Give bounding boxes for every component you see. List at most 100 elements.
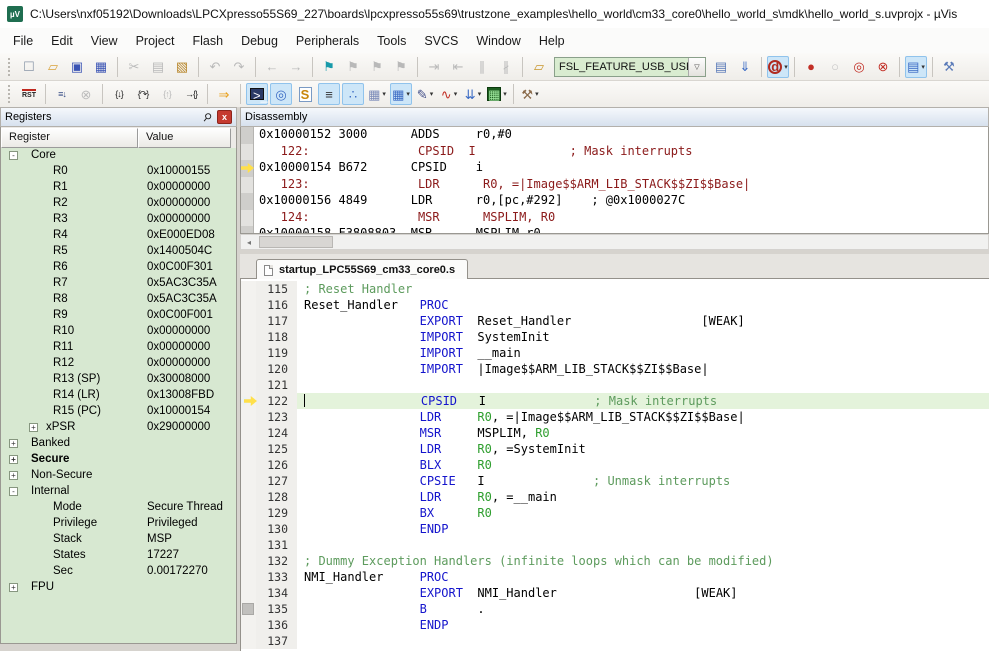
code-text[interactable]: ; Dummy Exception Handlers (infinite loo… bbox=[297, 553, 989, 569]
navigate-back-button[interactable]: ← bbox=[261, 56, 283, 78]
editor-line-133[interactable]: 133NMI_Handler PROC bbox=[241, 569, 989, 585]
chevron-down-icon[interactable]: ▾ bbox=[406, 90, 410, 98]
editor-margin[interactable] bbox=[241, 633, 256, 649]
register-row-fpu[interactable]: +FPU bbox=[1, 580, 236, 596]
editor-margin[interactable] bbox=[241, 377, 256, 393]
close-icon[interactable]: x bbox=[217, 110, 232, 124]
register-value[interactable]: Privileged bbox=[147, 517, 198, 529]
editor-margin[interactable] bbox=[241, 281, 256, 297]
disassembly-margin[interactable] bbox=[241, 193, 254, 210]
register-row-r14-lr-[interactable]: R14 (LR)0x13008FBD bbox=[1, 388, 236, 404]
stop-button[interactable]: ⊗ bbox=[75, 83, 97, 105]
disassembly-line[interactable]: 0x10000158 F3808803 MSR MSPLIM,r0 bbox=[241, 226, 988, 234]
disassembly-margin[interactable] bbox=[241, 177, 254, 194]
editor-margin[interactable] bbox=[241, 313, 256, 329]
register-value[interactable]: 17227 bbox=[147, 549, 179, 561]
editor-line-119[interactable]: 119 IMPORT __main bbox=[241, 345, 989, 361]
editor-line-131[interactable]: 131 bbox=[241, 537, 989, 553]
expand-icon[interactable]: + bbox=[29, 423, 38, 432]
code-text[interactable]: MSR MSPLIM, R0 bbox=[297, 425, 989, 441]
chevron-down-icon[interactable]: ▽ bbox=[688, 58, 705, 76]
register-row-states[interactable]: States17227 bbox=[1, 548, 236, 564]
register-row-r6[interactable]: R60x0C00F301 bbox=[1, 260, 236, 276]
chevron-down-icon[interactable]: ▾ bbox=[535, 90, 539, 98]
indent-button[interactable]: ⇥ bbox=[423, 56, 445, 78]
editor-margin[interactable] bbox=[241, 361, 256, 377]
register-row-r9[interactable]: R90x0C00F001 bbox=[1, 308, 236, 324]
new-file-button[interactable]: ☐ bbox=[18, 56, 40, 78]
editor-margin[interactable] bbox=[241, 457, 256, 473]
system-viewer-button[interactable]: ▦▾ bbox=[486, 83, 508, 105]
editor-line-137[interactable]: 137 bbox=[241, 633, 989, 649]
editor-line-132[interactable]: 132; Dummy Exception Handlers (infinite … bbox=[241, 553, 989, 569]
register-row-r0[interactable]: R00x10000155 bbox=[1, 164, 236, 180]
step-over-button[interactable]: {↷} bbox=[132, 83, 154, 105]
code-text[interactable]: NMI_Handler PROC bbox=[297, 569, 989, 585]
editor-margin[interactable] bbox=[241, 521, 256, 537]
incremental-find-button[interactable]: ⇓ bbox=[734, 56, 756, 78]
disassembly-line[interactable]: 123: LDR R0, =|Image$$ARM_LIB_STACK$$ZI$… bbox=[241, 177, 988, 194]
start-stop-debug-button[interactable]: d▾ bbox=[767, 56, 789, 78]
expand-icon[interactable]: + bbox=[9, 583, 18, 592]
register-row-r3[interactable]: R30x00000000 bbox=[1, 212, 236, 228]
code-text[interactable]: IMPORT __main bbox=[297, 345, 989, 361]
register-value[interactable]: 0x10000154 bbox=[147, 405, 210, 417]
disable-breakpoint-button[interactable]: ○ bbox=[824, 56, 846, 78]
register-value[interactable]: MSP bbox=[147, 533, 172, 545]
trace-window-button[interactable]: ⇊▾ bbox=[462, 83, 484, 105]
disassembly-margin[interactable] bbox=[241, 160, 254, 177]
editor-margin[interactable] bbox=[241, 441, 256, 457]
code-text[interactable]: BX R0 bbox=[297, 505, 989, 521]
command-window-button[interactable]: >_ bbox=[246, 83, 268, 105]
registers-window-button[interactable]: ≡ bbox=[318, 83, 340, 105]
disassembly-line[interactable]: 122: CPSID I ; Mask interrupts bbox=[241, 144, 988, 161]
disassembly-margin[interactable] bbox=[241, 210, 254, 227]
register-value[interactable]: 0x00000000 bbox=[147, 357, 210, 369]
code-text[interactable]: Reset_Handler PROC bbox=[297, 297, 989, 313]
disassembly-line[interactable]: 0x10000152 3000 ADDS r0,#0 bbox=[241, 127, 988, 144]
comment-button[interactable]: ∥ bbox=[471, 56, 493, 78]
navigate-forward-button[interactable]: → bbox=[285, 56, 307, 78]
menu-peripherals[interactable]: Peripherals bbox=[287, 31, 368, 51]
menu-file[interactable]: File bbox=[4, 31, 42, 51]
menu-edit[interactable]: Edit bbox=[42, 31, 82, 51]
editor-margin[interactable] bbox=[241, 393, 256, 409]
register-row-secure[interactable]: +Secure bbox=[1, 452, 236, 468]
code-text[interactable]: CPSID I ; Mask interrupts bbox=[297, 393, 989, 409]
editor-margin[interactable] bbox=[241, 505, 256, 521]
tab-startup-file[interactable]: startup_LPC55S69_cm33_core0.s bbox=[256, 259, 468, 279]
editor-line-120[interactable]: 120 IMPORT |Image$$ARM_LIB_STACK$$ZI$$Ba… bbox=[241, 361, 989, 377]
register-value[interactable]: 0x0C00F001 bbox=[147, 309, 213, 321]
bookmark-prev-button[interactable]: ⚑ bbox=[366, 56, 388, 78]
copy-button[interactable]: ▤ bbox=[147, 56, 169, 78]
code-text[interactable]: LDR R0, =SystemInit bbox=[297, 441, 989, 457]
editor-line-128[interactable]: 128 LDR R0, =__main bbox=[241, 489, 989, 505]
editor-margin[interactable] bbox=[241, 537, 256, 553]
code-text[interactable]: LDR R0, =__main bbox=[297, 489, 989, 505]
editor-margin[interactable] bbox=[241, 489, 256, 505]
chevron-down-icon[interactable]: ▾ bbox=[478, 90, 482, 98]
code-text[interactable] bbox=[297, 377, 989, 393]
watch-window-button[interactable]: ▦▾ bbox=[366, 83, 388, 105]
serial-window-button[interactable]: ✎▾ bbox=[414, 83, 436, 105]
register-value[interactable]: 0x00000000 bbox=[147, 341, 210, 353]
register-row-sec[interactable]: Sec0.00172270 bbox=[1, 564, 236, 580]
register-value[interactable]: 0.00172270 bbox=[147, 565, 208, 577]
toolbar-grip[interactable] bbox=[8, 58, 12, 76]
editor-line-130[interactable]: 130 ENDP bbox=[241, 521, 989, 537]
pin-icon[interactable]: ⚲ bbox=[197, 107, 217, 127]
analysis-window-button[interactable]: ∿▾ bbox=[438, 83, 460, 105]
expand-icon[interactable]: + bbox=[9, 439, 18, 448]
collapse-icon[interactable]: - bbox=[9, 151, 18, 160]
register-value[interactable]: 0x10000155 bbox=[147, 165, 210, 177]
editor-line-118[interactable]: 118 IMPORT SystemInit bbox=[241, 329, 989, 345]
editor-margin[interactable] bbox=[241, 329, 256, 345]
disassembly-line[interactable]: 0x10000156 4849 LDR r0,[pc,#292] ; @0x10… bbox=[241, 193, 988, 210]
find-in-files-dialog-button[interactable]: ▤ bbox=[710, 56, 732, 78]
find-in-files-button[interactable]: ▱ bbox=[528, 56, 550, 78]
menu-view[interactable]: View bbox=[82, 31, 127, 51]
register-value[interactable]: 0x00000000 bbox=[147, 213, 210, 225]
configure-target-button[interactable]: ⚒ bbox=[938, 56, 960, 78]
step-out-button[interactable]: {↑} bbox=[156, 83, 178, 105]
register-row-r8[interactable]: R80x5AC3C35A bbox=[1, 292, 236, 308]
